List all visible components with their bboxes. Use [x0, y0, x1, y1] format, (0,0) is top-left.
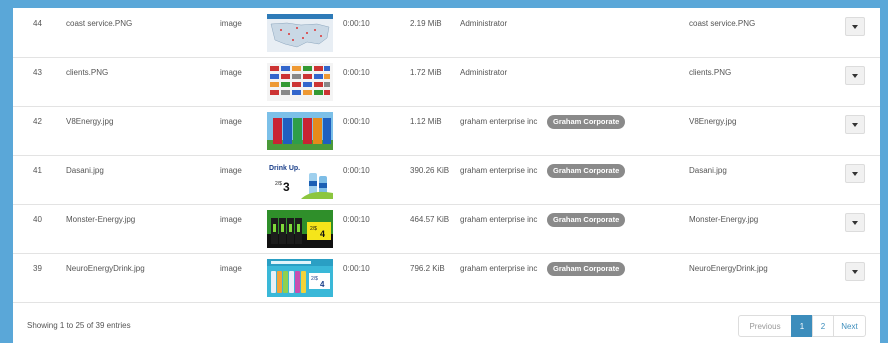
monster-thumb-price-prefix: 2/$: [310, 226, 317, 232]
owner-cell: graham enterprise inc: [460, 166, 538, 175]
entries-info: Showing 1 to 25 of 39 entries: [27, 321, 131, 330]
caret-down-icon: [852, 171, 858, 176]
duration-cell: 0:00:10: [343, 215, 370, 224]
duration-cell: 0:00:10: [343, 117, 370, 126]
row-actions-button[interactable]: [845, 115, 865, 134]
size-cell: 1.72 MiB: [410, 68, 442, 77]
name-cell: clients.PNG: [66, 68, 109, 77]
table-row: 40 Monster-Energy.jpg image 2/$ 4 0:00:1…: [13, 204, 880, 254]
table-row: 42 V8Energy.jpg image 0:00:10 1.12 MiB g…: [13, 106, 880, 156]
neuro-thumb-price-prefix: 2/$: [311, 276, 318, 282]
type-cell: image: [220, 264, 242, 273]
title-cell: coast service.PNG: [689, 19, 756, 28]
row-actions-button[interactable]: [845, 17, 865, 36]
caret-down-icon: [852, 269, 858, 274]
duration-cell: 0:00:10: [343, 19, 370, 28]
pagination-page-1[interactable]: 1: [791, 315, 813, 337]
dasani-thumb-price: 3: [283, 180, 290, 194]
tag-cell: Graham Corporate: [547, 213, 626, 227]
id-cell: 44: [33, 19, 42, 28]
v8-thumbnail[interactable]: [267, 112, 333, 150]
row-actions-button[interactable]: [845, 213, 865, 232]
monster-thumbnail[interactable]: 2/$ 4: [267, 210, 333, 248]
type-cell: image: [220, 117, 242, 126]
owner-cell: Administrator: [460, 19, 508, 28]
size-cell: 1.12 MiB: [410, 117, 442, 126]
map-thumbnail[interactable]: [267, 14, 333, 52]
caret-down-icon: [852, 122, 858, 127]
pagination-next[interactable]: Next: [833, 315, 866, 337]
type-cell: image: [220, 166, 242, 175]
pagination: Previous 1 2 Next: [738, 315, 866, 337]
table-row: 44 coast service.PNG image 0:00:10 2.19 …: [13, 8, 880, 58]
size-cell: 2.19 MiB: [410, 19, 442, 28]
title-cell: V8Energy.jpg: [689, 117, 737, 126]
owner-cell: Administrator: [460, 68, 508, 77]
tag-badge: Graham Corporate: [547, 262, 626, 276]
title-cell: NeuroEnergyDrink.jpg: [689, 264, 768, 273]
caret-down-icon: [852, 220, 858, 225]
tag-cell: Graham Corporate: [547, 164, 626, 178]
name-cell: V8Energy.jpg: [66, 117, 114, 126]
name-cell: coast service.PNG: [66, 19, 133, 28]
table-row: 39 NeuroEnergyDrink.jpg image 2/$ 4 0:00…: [13, 253, 880, 303]
neuro-thumbnail[interactable]: 2/$ 4: [267, 259, 333, 297]
duration-cell: 0:00:10: [343, 68, 370, 77]
name-cell: Dasani.jpg: [66, 166, 104, 175]
tag-badge: Graham Corporate: [547, 213, 626, 227]
logos-thumbnail[interactable]: [267, 63, 333, 101]
type-cell: image: [220, 68, 242, 77]
name-cell: NeuroEnergyDrink.jpg: [66, 264, 145, 273]
table-row: 43 clients.PNG image 0:00:10 1.72 MiB Ad…: [13, 57, 880, 107]
tag-badge: Graham Corporate: [547, 115, 626, 129]
pagination-page-2[interactable]: 2: [812, 315, 834, 337]
media-library-panel: 44 coast service.PNG image 0:00:10 2.19 …: [13, 8, 880, 343]
id-cell: 41: [33, 166, 42, 175]
row-actions-button[interactable]: [845, 164, 865, 183]
size-cell: 796.2 KiB: [410, 264, 445, 273]
dasani-thumb-price-prefix: 2/$: [275, 181, 282, 187]
duration-cell: 0:00:10: [343, 166, 370, 175]
dasani-thumb-title: Drink Up.: [269, 165, 300, 172]
owner-cell: graham enterprise inc: [460, 264, 538, 273]
tag-cell: Graham Corporate: [547, 262, 626, 276]
duration-cell: 0:00:10: [343, 264, 370, 273]
dasani-thumbnail[interactable]: Drink Up. 2/$ 3: [267, 161, 333, 199]
tag-cell: Graham Corporate: [547, 115, 626, 129]
table-row: 41 Dasani.jpg image Drink Up. 2/$ 3 0:00…: [13, 155, 880, 205]
owner-cell: graham enterprise inc: [460, 215, 538, 224]
row-actions-button[interactable]: [845, 66, 865, 85]
title-cell: Dasani.jpg: [689, 166, 727, 175]
row-actions-button[interactable]: [845, 262, 865, 281]
title-cell: clients.PNG: [689, 68, 732, 77]
neuro-thumb-price: 4: [320, 280, 325, 289]
monster-thumb-price: 4: [320, 229, 325, 239]
type-cell: image: [220, 215, 242, 224]
id-cell: 42: [33, 117, 42, 126]
id-cell: 43: [33, 68, 42, 77]
size-cell: 390.26 KiB: [410, 166, 450, 175]
tag-badge: Graham Corporate: [547, 164, 626, 178]
caret-down-icon: [852, 24, 858, 29]
type-cell: image: [220, 19, 242, 28]
caret-down-icon: [852, 73, 858, 78]
title-cell: Monster-Energy.jpg: [689, 215, 759, 224]
name-cell: Monster-Energy.jpg: [66, 215, 136, 224]
id-cell: 39: [33, 264, 42, 273]
size-cell: 464.57 KiB: [410, 215, 450, 224]
pagination-previous[interactable]: Previous: [738, 315, 792, 337]
id-cell: 40: [33, 215, 42, 224]
owner-cell: graham enterprise inc: [460, 117, 538, 126]
